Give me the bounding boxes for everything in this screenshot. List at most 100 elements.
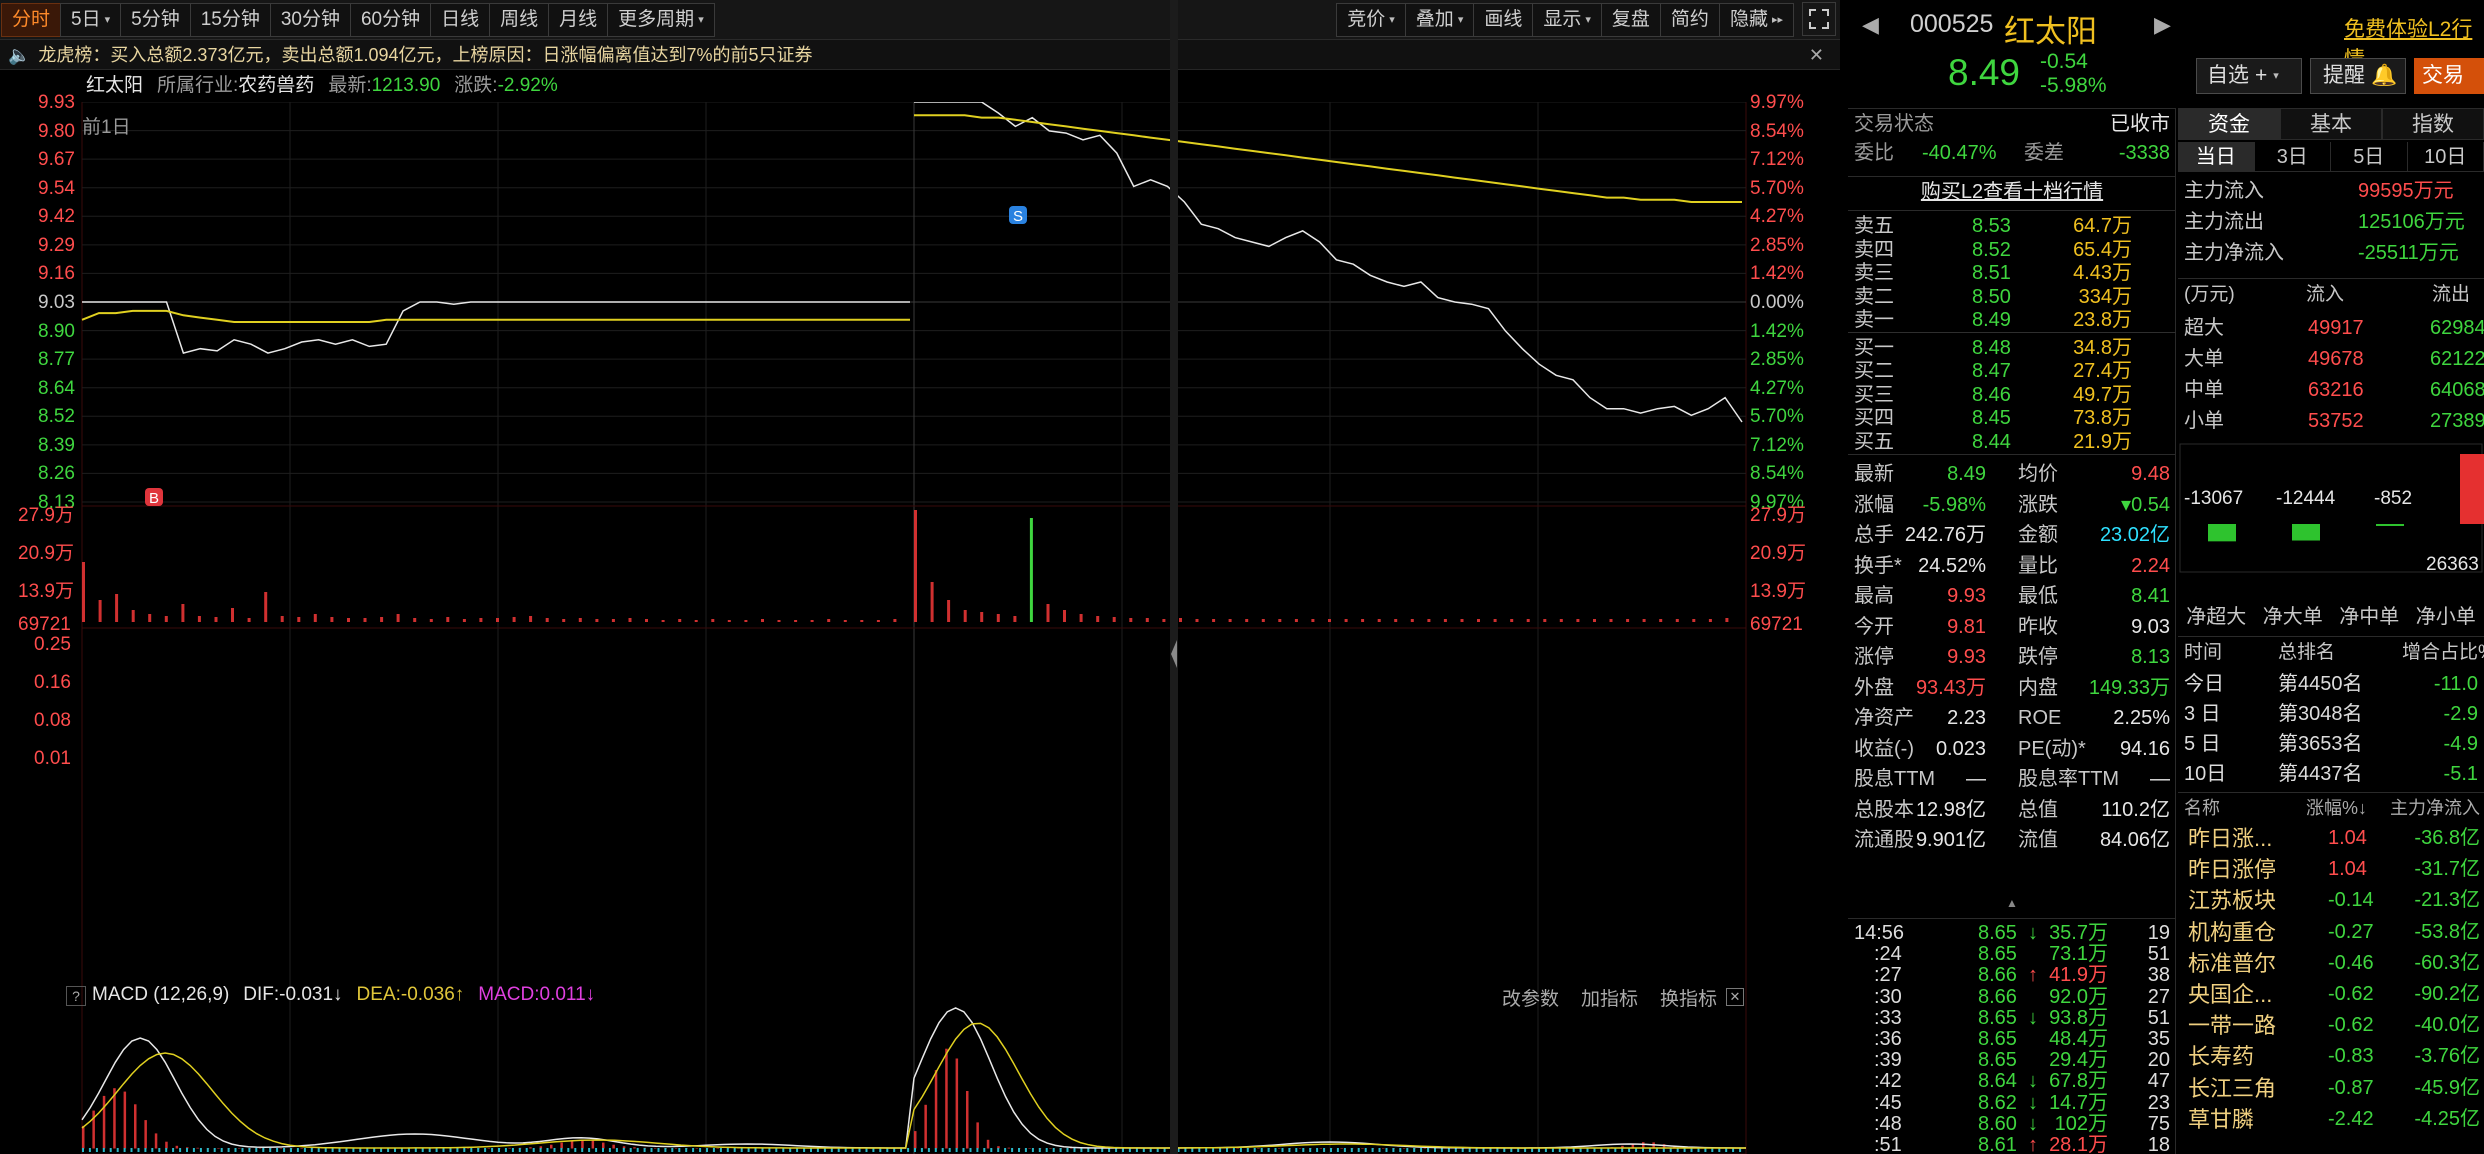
order-book-row[interactable]: 买三 8.46 49.7万 (1848, 384, 2176, 407)
quote-label: 收益(-) (1854, 737, 1914, 760)
fund-subtab-1[interactable]: 3日 (2255, 142, 2331, 171)
tool-button-4[interactable]: 复盘 (1600, 3, 1661, 37)
expand-icon[interactable]: ▲ (1988, 897, 2036, 909)
tool-button-label: 复盘 (1611, 9, 1650, 30)
fund-tab-2[interactable]: 指数 (2382, 108, 2484, 140)
close-icon[interactable]: ✕ (1726, 988, 1744, 1006)
order-book-row[interactable]: 买二 8.47 27.4万 (1848, 360, 2176, 383)
next-stock-icon[interactable]: ▶ (2154, 12, 2171, 38)
close-icon[interactable]: ✕ (1809, 40, 1824, 70)
sector-row[interactable]: 长江三角 -0.87 -45.9亿 (2178, 1073, 2484, 1104)
macd-label[interactable]: MACD (12,26,9) (92, 984, 229, 1006)
level-price: 8.53 (1972, 215, 2011, 237)
volume-bar (1708, 619, 1712, 622)
period-tab-3[interactable]: 15分钟 (189, 2, 271, 37)
period-tab-label: 周线 (500, 8, 539, 30)
macd-neg-bar (622, 1148, 625, 1152)
add-indicator-button[interactable]: 加指标 (1581, 984, 1638, 1011)
period-tab-7[interactable]: 周线 (489, 2, 550, 37)
volume-bar (1593, 619, 1596, 622)
sector-row[interactable]: 昨日涨停 1.04 -31.7亿 (2178, 854, 2484, 885)
flow-table-row: 大单 49678 62122 (2178, 344, 2484, 374)
order-book-row[interactable]: 买五 8.44 21.9万 (1848, 431, 2176, 454)
volume-bar (744, 620, 748, 622)
macd-neg-bar (969, 1148, 972, 1152)
trade-button[interactable]: 交易 (2414, 58, 2484, 94)
sector-row[interactable]: 长寿药 -0.83 -3.76亿 (2178, 1041, 2484, 1072)
macd-neg-bar (296, 1148, 299, 1152)
tool-button-1[interactable]: 叠加 ▾ (1404, 3, 1475, 37)
sector-row[interactable]: 一带一路 -0.62 -40.0亿 (2178, 1010, 2484, 1041)
watchlist-button[interactable]: 自选 + ▾ (2196, 58, 2302, 94)
tool-button-0[interactable]: 竞价 ▾ (1336, 3, 1406, 37)
fund-subtab-0[interactable]: 当日 (2178, 142, 2255, 171)
order-book-row[interactable]: 卖三 8.51 4.43万 (1848, 262, 2176, 285)
fund-subtab-3[interactable]: 10日 (2408, 142, 2484, 171)
level-volume: 65.4万 (2073, 238, 2132, 261)
net-flow-value: -852 (2374, 488, 2413, 509)
net-flow-label: 净大单 (2262, 606, 2323, 628)
order-book-row[interactable]: 卖二 8.50 334万 (1848, 286, 2176, 309)
sector-row[interactable]: 央国企... -0.62 -90.2亿 (2178, 979, 2484, 1010)
flow-value: -25511万元 (2358, 242, 2459, 264)
order-book-row[interactable]: 买四 8.45 73.8万 (1848, 407, 2176, 430)
period-tab-1[interactable]: 5日 ▾ (60, 2, 122, 37)
trade-marker[interactable]: S (1009, 206, 1027, 225)
macd-tick: 0.01 (34, 748, 71, 769)
macd-neg-bar (276, 1148, 279, 1152)
volume-bar (1162, 619, 1166, 622)
sector-row[interactable]: 江苏板块 -0.14 -21.3亿 (2178, 885, 2484, 916)
fund-tab-0[interactable]: 资金 (2178, 108, 2280, 140)
order-book-row[interactable]: 卖五 8.53 64.7万 (1848, 215, 2176, 238)
order-book-row[interactable]: 卖四 8.52 65.4万 (1848, 239, 2176, 262)
notice-text: 龙虎榜：买入总额2.373亿元，卖出总额1.094亿元，上榜原因：日涨幅偏离值达… (38, 44, 813, 65)
period-tab-8[interactable]: 月线 (548, 2, 609, 37)
macd-neg-bar (1073, 1148, 1076, 1152)
macd-neg-bar (484, 1148, 487, 1152)
tool-button-6[interactable]: 隐藏 ▸▸ (1718, 3, 1794, 37)
tool-button-3[interactable]: 显示 ▾ (1532, 3, 1602, 37)
help-icon[interactable]: ? (66, 986, 86, 1006)
tool-button-5[interactable]: 简约 (1659, 3, 1720, 37)
tick-count: 51 (2147, 943, 2170, 966)
period-tab-2[interactable]: 5分钟 (120, 2, 191, 37)
buy-l2-link[interactable]: 购买L2查看十档行情 (1848, 176, 2176, 206)
sector-row[interactable]: 标准普尔 -0.46 -60.3亿 (2178, 948, 2484, 979)
macd-neg-bar (1454, 1148, 1457, 1152)
fund-tab-1[interactable]: 基本 (2280, 108, 2382, 140)
period-tab-5[interactable]: 60分钟 (349, 2, 432, 37)
period-tab-0[interactable]: 分时 (1, 2, 62, 37)
tool-button-label: 简约 (1670, 9, 1709, 30)
macd-neg-bar (553, 1148, 556, 1152)
macd-hist-bar (1423, 1148, 1427, 1149)
fund-subtab-2[interactable]: 5日 (2331, 142, 2408, 171)
edit-params-button[interactable]: 改参数 (1502, 984, 1559, 1011)
period-tab-9[interactable]: 更多周期 ▾ (607, 2, 715, 37)
order-book-row[interactable]: 买一 8.48 34.8万 (1848, 337, 2176, 360)
period-tab-4[interactable]: 30分钟 (269, 2, 351, 37)
sector-change: -0.62 (2328, 983, 2374, 1005)
prev-stock-icon[interactable]: ◀ (1862, 12, 1879, 38)
trade-marker[interactable]: B (145, 488, 163, 507)
quote-label: 净资产 (1854, 707, 1914, 729)
latest-label: 最新: (328, 75, 372, 96)
sector-row[interactable]: 机构重仓 -0.27 -53.8亿 (2178, 917, 2484, 948)
collapse-icon[interactable] (1171, 640, 1177, 668)
tool-button-2[interactable]: 画线 (1473, 3, 1534, 37)
fullscreen-icon[interactable] (1802, 2, 1836, 36)
bid-ask-divider (1848, 332, 2176, 333)
order-book-row[interactable]: 卖一 8.49 23.8万 (1848, 309, 2176, 332)
period-tab-6[interactable]: 日线 (430, 2, 491, 37)
panel-splitter[interactable] (1170, 0, 1178, 1154)
chevron-down-icon: ▾ (1389, 14, 1395, 26)
sector-row[interactable]: 草甘膦 -2.42 -4.25亿 (2178, 1104, 2484, 1135)
quote-value: 23.02亿 (2099, 524, 2170, 546)
flow-value: 125106万元 (2358, 211, 2465, 233)
tick-price: 8.60 (1978, 1112, 2017, 1135)
change-indicator-button[interactable]: 换指标 (1660, 984, 1717, 1011)
alert-button[interactable]: 提醒 🔔 (2310, 58, 2406, 94)
sector-col-header: 名称 (2184, 798, 2220, 818)
industry-value[interactable]: 农药兽药 (238, 75, 314, 96)
sector-row[interactable]: 昨日涨... 1.04 -36.8亿 (2178, 823, 2484, 854)
macd-neg-bar (1052, 1148, 1055, 1152)
